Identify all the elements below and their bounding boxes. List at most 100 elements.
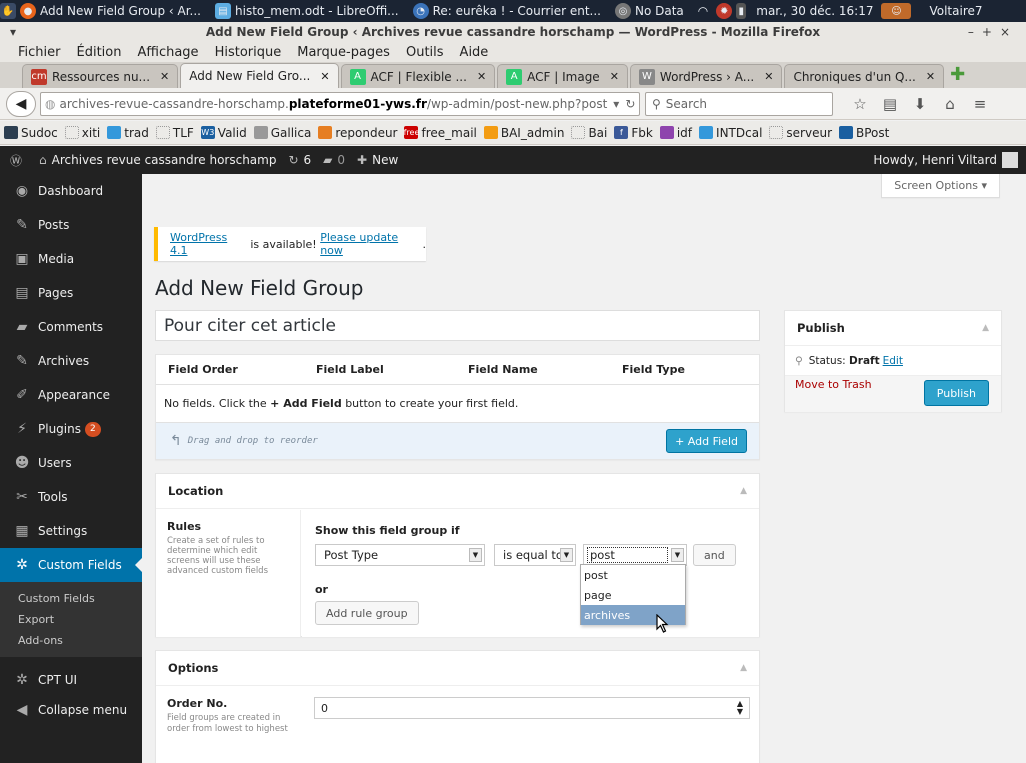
menu-fichier[interactable]: Fichier	[18, 45, 61, 60]
sidebar-item-plugins[interactable]: ⚡ Plugins 2	[0, 412, 142, 446]
site-identity-icon[interactable]: ◍	[45, 97, 55, 111]
publish-header[interactable]: Publish ▲	[785, 311, 1001, 346]
tab-ressources[interactable]: cm Ressources nu... ✕	[22, 64, 179, 88]
close-icon[interactable]: ✕	[160, 70, 169, 83]
comments-link[interactable]: ▰ 0	[323, 153, 345, 167]
taskbar-item-firefox[interactable]: ● Add New Field Group ‹ Ar...	[20, 3, 201, 19]
bookmark-item[interactable]: Gallica	[253, 126, 311, 140]
bookmark-item[interactable]: trad	[107, 126, 149, 140]
wp-logo-menu[interactable]: Ⓦ	[10, 152, 27, 169]
updates-link[interactable]: ↻ 6	[288, 153, 311, 167]
sidebar-item-media[interactable]: ▣ Media	[0, 242, 142, 276]
sidebar-item-cpt-ui[interactable]: ✲ CPT UI	[0, 665, 142, 695]
tab-acf-flexible[interactable]: A ACF | Flexible ... ✕	[340, 64, 496, 88]
bookmark-item[interactable]: xiti	[64, 126, 100, 140]
taskbar-item-libreoffice[interactable]: ▤ histo_mem.odt - LibreOffi...	[215, 3, 399, 19]
close-icon[interactable]: ✕	[610, 70, 619, 83]
sidebar-item-comments[interactable]: ▰ Comments	[0, 310, 142, 344]
close-icon[interactable]: ✕	[320, 70, 329, 83]
site-name-link[interactable]: ⌂ Archives revue cassandre horschamp	[39, 153, 276, 167]
sidebar-item-tools[interactable]: ✂ Tools	[0, 480, 142, 514]
back-button[interactable]: ◀	[6, 90, 36, 117]
tab-chroniques[interactable]: Chroniques d'un Q... ✕	[784, 64, 945, 88]
reload-icon[interactable]: ↻	[625, 97, 635, 111]
submenu-item-export[interactable]: Export	[0, 609, 142, 630]
bookmark-item[interactable]: W3 Valid	[200, 126, 247, 140]
bookmark-item[interactable]: INTDcal	[699, 126, 762, 140]
home-icon[interactable]: ⌂	[935, 95, 965, 113]
menu-marque-pages[interactable]: Marque-pages	[297, 45, 390, 60]
window-menu-icon[interactable]: ▾	[10, 22, 16, 42]
sidebar-item-settings[interactable]: ▦ Settings	[0, 514, 142, 548]
bookmark-item[interactable]: BPost	[839, 126, 889, 140]
menu-affichage[interactable]: Affichage	[137, 45, 198, 60]
bookmark-item[interactable]: free free_mail	[404, 126, 477, 140]
window-controls[interactable]: –+×	[968, 22, 1018, 42]
bookmarks-menu-icon[interactable]: ▤	[875, 95, 905, 113]
taskbar-item-nodata[interactable]: ◎ No Data	[614, 3, 684, 19]
clock[interactable]: mar., 30 déc. 16:17	[756, 4, 873, 18]
download-icon[interactable]: ⬇	[905, 95, 935, 113]
wordpress-version-link[interactable]: WordPress 4.1	[170, 231, 247, 257]
submenu-item-custom-fields[interactable]: Custom Fields	[0, 588, 142, 609]
start-menu-icon[interactable]: ✋	[0, 3, 16, 19]
operator-select[interactable]: is equal to ▼	[494, 544, 576, 566]
sidebar-item-users[interactable]: ☻ Users	[0, 446, 142, 480]
dropdown-icon[interactable]: ▾	[613, 97, 619, 111]
close-icon[interactable]: ✕	[926, 70, 935, 83]
edit-status-link[interactable]: Edit	[883, 355, 903, 367]
option-post[interactable]: post	[581, 565, 685, 585]
bookmark-item[interactable]: Bai	[571, 126, 607, 140]
session-user[interactable]: Voltaire7	[929, 4, 982, 18]
bookmark-item[interactable]: idf	[659, 126, 692, 140]
sidebar-item-archives[interactable]: ✎ Archives	[0, 344, 142, 378]
alert-icon[interactable]: ✹	[716, 3, 733, 19]
close-icon[interactable]: ✕	[477, 70, 486, 83]
menu-outils[interactable]: Outils	[406, 45, 444, 60]
sidebar-item-appearance[interactable]: ✐ Appearance	[0, 378, 142, 412]
collapse-arrow-icon[interactable]: ▲	[982, 323, 989, 333]
order-number-input[interactable]: 0 ▲ ▼	[314, 697, 750, 719]
param-select[interactable]: Post Type ▼	[315, 544, 485, 566]
value-select[interactable]: post ▼	[583, 544, 687, 566]
menu-historique[interactable]: Historique	[215, 45, 282, 60]
location-header[interactable]: Location ▲	[156, 474, 759, 509]
battery-icon[interactable]: ▮	[736, 3, 747, 19]
sidebar-item-collapse-menu[interactable]: ◀ Collapse menu	[0, 695, 142, 725]
new-tab-icon[interactable]: ✚	[950, 64, 965, 85]
bookmark-item[interactable]: f Fbk	[614, 126, 653, 140]
title-input[interactable]: Pour citer cet article	[155, 310, 760, 341]
bookmark-item[interactable]: TLF	[155, 126, 194, 140]
sidebar-item-posts[interactable]: ✎ Posts	[0, 208, 142, 242]
taskbar-item-mail[interactable]: ◔ Re: eurêka ! - Courrier ent...	[412, 3, 601, 19]
hamburger-menu-icon[interactable]: ≡	[965, 95, 995, 113]
new-content-link[interactable]: ✚ New	[357, 153, 398, 167]
and-button[interactable]: and	[693, 544, 736, 566]
screen-options-button[interactable]: Screen Options ▾	[881, 174, 1000, 198]
add-field-button[interactable]: + Add Field	[666, 429, 747, 453]
my-account-menu[interactable]: Howdy, Henri Viltard	[873, 146, 1018, 174]
bookmark-item[interactable]: repondeur	[318, 126, 397, 140]
url-bar[interactable]: ◍ archives-revue-cassandre-horschamp. pla…	[40, 91, 640, 116]
collapse-arrow-icon[interactable]: ▲	[740, 486, 747, 496]
tab-wordpress[interactable]: W WordPress › A... ✕	[629, 64, 783, 88]
sidebar-item-custom-fields[interactable]: ✲ Custom Fields	[0, 548, 142, 582]
close-icon[interactable]: ✕	[764, 70, 773, 83]
menu-edition[interactable]: Édition	[77, 45, 122, 60]
submenu-item-add-ons[interactable]: Add-ons	[0, 630, 142, 651]
publish-button[interactable]: Publish	[923, 380, 989, 406]
options-header[interactable]: Options ▲	[156, 651, 759, 686]
sidebar-item-pages[interactable]: ▤ Pages	[0, 276, 142, 310]
search-input[interactable]: ⚲ Search	[645, 91, 833, 116]
collapse-arrow-icon[interactable]: ▲	[740, 663, 747, 673]
update-now-link[interactable]: Please update now	[320, 231, 422, 257]
tab-add-new-field-group[interactable]: Add New Field Gro... ✕	[180, 63, 339, 88]
bookmark-item[interactable]: Sudoc	[4, 126, 58, 140]
bookmark-star-icon[interactable]: ☆	[845, 95, 875, 113]
move-to-trash-link[interactable]: Move to Trash	[795, 378, 872, 391]
spinner-icon[interactable]: ▲ ▼	[737, 700, 743, 716]
tab-acf-image[interactable]: A ACF | Image ✕	[497, 64, 628, 88]
wifi-icon[interactable]: ◠	[698, 4, 708, 18]
bookmark-item[interactable]: BAI_admin	[483, 126, 564, 140]
option-page[interactable]: page	[581, 585, 685, 605]
